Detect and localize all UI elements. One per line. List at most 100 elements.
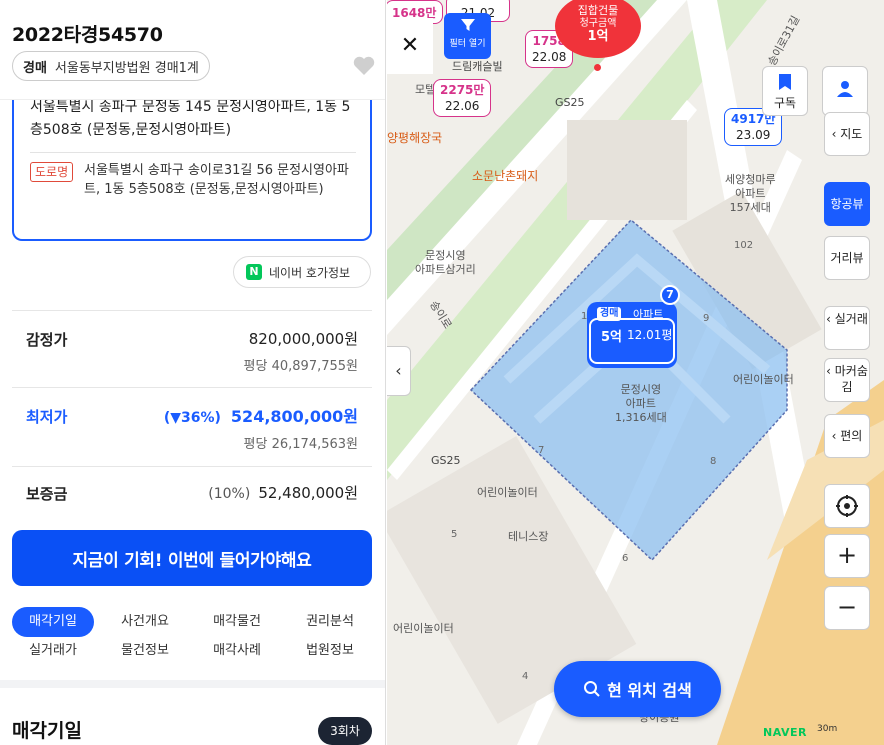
round-badge: 3회차 bbox=[318, 717, 372, 745]
tab-sale-items[interactable]: 매각물건 bbox=[192, 607, 282, 637]
close-button[interactable]: ✕ bbox=[387, 18, 433, 74]
auction-detail-panel: 서울특별시 송파구 문정동 145 문정시영아파트, 1동 5층508호 (문정… bbox=[0, 0, 386, 745]
tab-court-info[interactable]: 법원정보 bbox=[285, 636, 375, 666]
street-view-button[interactable]: 거리뷰 bbox=[824, 236, 870, 280]
claim-marker-amount: 1억 bbox=[587, 29, 609, 44]
case-number: 2022타경54570 bbox=[12, 24, 163, 46]
court-name: 서울동부지방법원 경매1계 bbox=[54, 60, 199, 76]
complex-marker-type: 아파트 bbox=[633, 308, 664, 321]
search-this-area-button[interactable]: 현 위치 검색 bbox=[554, 661, 721, 717]
price-pin[interactable]: 2275만 22.06 bbox=[433, 79, 492, 117]
map-label-apt-suffix: 아파트 bbox=[735, 187, 766, 200]
hide-markers-button[interactable]: ‹ 마커숨김 bbox=[824, 358, 870, 402]
claim-marker-dot bbox=[594, 64, 601, 71]
map-view[interactable]: 드림캐슬빌 모텔 GS25 양평해장국 소문난촌돼지 세양청마루 아파트 157… bbox=[387, 0, 884, 745]
minimum-value-group: (▼36%) 524,800,000원 bbox=[164, 403, 358, 427]
building-number: 7 bbox=[538, 445, 545, 456]
map-label-villa: 드림캐슬빌 bbox=[452, 60, 503, 73]
appraisal-per-pyeong: 평당 40,897,755원 bbox=[243, 359, 358, 374]
map-label-gs25-mid: GS25 bbox=[431, 454, 461, 467]
heart-icon[interactable] bbox=[352, 54, 376, 76]
real-trade-label: 실거래 bbox=[834, 312, 868, 326]
address-card: 서울특별시 송파구 문정동 145 문정시영아파트, 1동 5층508호 (문정… bbox=[12, 90, 372, 241]
subscribe-button[interactable]: 구독 bbox=[762, 66, 808, 116]
minimum-label: 최저가 bbox=[26, 408, 68, 426]
filter-icon bbox=[460, 19, 475, 31]
building-number: 9 bbox=[703, 313, 710, 324]
building-number: 5 bbox=[451, 529, 458, 540]
deposit-pct: (10%) bbox=[208, 486, 251, 502]
row-divider bbox=[12, 310, 372, 311]
naver-price-info-button[interactable]: N 네이버 호가정보 bbox=[233, 256, 371, 288]
case-header: 2022타경54570 경매 서울동부지방법원 경매1계 bbox=[0, 0, 385, 100]
price-pin-date: 22.06 bbox=[445, 99, 480, 113]
amenities-label: 편의 bbox=[840, 429, 863, 443]
map-label-complex-suffix: 아파트 bbox=[625, 397, 657, 410]
building-number: 8 bbox=[710, 456, 717, 467]
collapse-panel-button[interactable]: ‹ bbox=[387, 346, 411, 396]
zoom-in-button[interactable]: + bbox=[824, 534, 870, 578]
tab-case-summary[interactable]: 사건개요 bbox=[100, 607, 190, 637]
map-label-apt-units: 157세대 bbox=[729, 201, 771, 214]
map-label-crossroad-line2: 아파트삼거리 bbox=[415, 263, 476, 276]
minimum-per-pyeong: 평당 26,174,563원 bbox=[243, 437, 358, 452]
naver-map-logo: NAVER bbox=[763, 726, 807, 739]
row-divider bbox=[12, 387, 372, 388]
tab-property-info[interactable]: 물건정보 bbox=[100, 636, 190, 666]
my-account-button[interactable] bbox=[822, 66, 868, 116]
appraisal-label: 감정가 bbox=[26, 331, 68, 349]
section-separator bbox=[0, 680, 385, 688]
map-label-crossroad-line1: 문정시영 bbox=[425, 249, 466, 262]
deposit-label: 보증금 bbox=[26, 485, 68, 503]
map-label-playground-bottom: 어린이놀이터 bbox=[393, 622, 454, 635]
map-label-playground-right: 어린이놀이터 bbox=[733, 373, 794, 386]
map-scale-label: 30m bbox=[817, 724, 838, 734]
building-number: 4 bbox=[522, 671, 529, 682]
appraisal-value: 820,000,000원 bbox=[248, 330, 358, 348]
map-label-apt-name-text: 세양청마루 bbox=[725, 173, 776, 186]
jibun-address: 서울특별시 송파구 문정동 145 문정시영아파트, 1동 5층508호 (문정… bbox=[30, 99, 351, 138]
filter-label: 필터 열기 bbox=[449, 39, 486, 49]
building-number: 102 bbox=[734, 240, 754, 251]
bookmark-icon bbox=[779, 74, 791, 90]
complex-count-badge: 7 bbox=[660, 285, 680, 305]
map-label-complex: 문정시영 아파트 1,316세대 bbox=[615, 383, 667, 425]
section-title: 매각기일 bbox=[12, 720, 82, 742]
map-mode-button[interactable]: ‹ 지도 bbox=[824, 112, 870, 156]
claim-marker-line1: 집합건물 bbox=[577, 4, 619, 17]
amenities-button[interactable]: ‹ 편의 bbox=[824, 414, 870, 458]
map-label-restaurant2: 소문난촌돼지 bbox=[472, 169, 539, 183]
map-label-complex-name: 문정시영 bbox=[620, 383, 662, 396]
map-label-apt-name: 세양청마루 아파트 157세대 bbox=[725, 173, 776, 215]
map-mode-label: 지도 bbox=[840, 127, 863, 141]
map-label-tennis: 테니스장 bbox=[508, 530, 549, 543]
cta-button[interactable]: 지금이 기회! 이번에 들어가야해요 bbox=[12, 530, 372, 586]
search-this-area-label: 현 위치 검색 bbox=[607, 681, 692, 700]
auction-complex-marker[interactable]: 경매 아파트 5억 12.01평 bbox=[587, 302, 677, 368]
map-label-complex-units: 1,316세대 bbox=[615, 411, 667, 424]
deposit-value: 52,480,000원 bbox=[258, 484, 358, 502]
map-label-crossroad: 문정시영 아파트삼거리 bbox=[415, 249, 476, 277]
current-location-button[interactable] bbox=[824, 484, 870, 528]
road-address-tag: 도로명 bbox=[30, 162, 74, 182]
court-chip[interactable]: 경매 서울동부지방법원 경매1계 bbox=[12, 51, 210, 81]
app-root: 서울특별시 송파구 문정동 145 문정시영아파트, 1동 5층508호 (문정… bbox=[0, 0, 884, 745]
price-pin-price: 2275만 bbox=[440, 83, 485, 97]
zoom-out-button[interactable]: − bbox=[824, 586, 870, 630]
tab-actual-trade[interactable]: 실거래가 bbox=[8, 636, 98, 666]
deposit-value-group: (10%) 52,480,000원 bbox=[208, 482, 358, 503]
search-icon bbox=[584, 681, 600, 697]
tab-rights-analysis[interactable]: 권리분석 bbox=[285, 607, 375, 637]
subscribe-label: 구독 bbox=[773, 96, 797, 110]
map-scale: 30m bbox=[817, 724, 837, 734]
tab-sale-date[interactable]: 매각기일 bbox=[12, 607, 94, 637]
complex-marker-size: 12.01평 bbox=[627, 328, 673, 342]
road-address: 서울특별시 송파구 송이로31길 56 문정시영아파트, 1동 5층508호 (… bbox=[84, 163, 349, 197]
tab-sale-cases[interactable]: 매각사례 bbox=[192, 636, 282, 666]
filter-button[interactable]: 필터 열기 bbox=[444, 13, 491, 59]
minimum-discount-pct: (▼36%) bbox=[163, 410, 221, 426]
auction-kind: 경매 bbox=[23, 60, 47, 76]
aerial-view-button[interactable]: 항공뷰 bbox=[824, 182, 870, 226]
real-trade-button[interactable]: ‹ 실거래 bbox=[824, 306, 870, 350]
crosshair-icon bbox=[836, 495, 858, 517]
